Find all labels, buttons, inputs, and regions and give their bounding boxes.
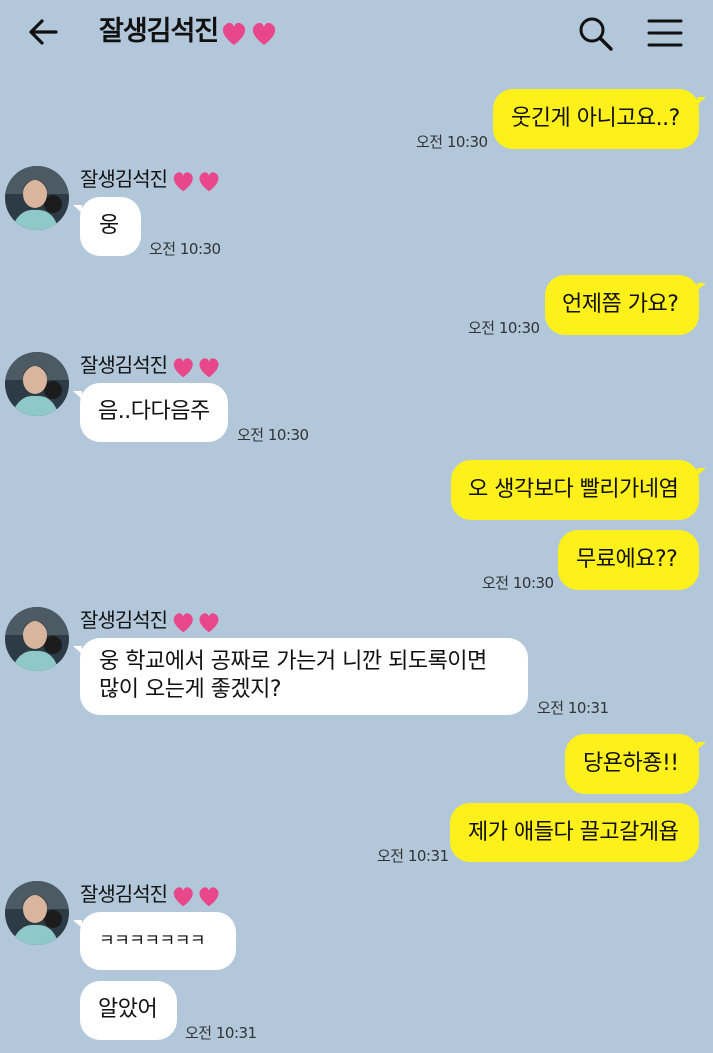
message-text: 웅	[99, 213, 119, 238]
back-arrow-icon[interactable]	[26, 14, 62, 50]
message-time: 오전 10:31	[537, 699, 609, 717]
avatar-photo	[5, 166, 69, 230]
avatar[interactable]	[5, 166, 69, 230]
their-message-bubble[interactable]: 웅	[73, 197, 141, 256]
sender-name-text: 잘생김석진	[80, 167, 168, 191]
sender-name: 잘생김석진	[80, 167, 225, 193]
message-text-line: 많이 오는게 좋겠지?	[99, 677, 282, 702]
their-message-bubble[interactable]: 웅 학교에서 공짜로 가는거 니깐 되도록이면많이 오는게 좋겠지?	[73, 638, 528, 715]
message-text: 언제쯤 가요?	[562, 292, 679, 317]
message-text: 음..다다음주	[98, 399, 210, 424]
my-message-bubble[interactable]: 언제쯤 가요?	[545, 275, 706, 335]
hearts-icon	[173, 171, 219, 191]
avatar[interactable]	[5, 352, 69, 416]
avatar-photo	[5, 881, 69, 945]
menu-icon[interactable]	[646, 16, 684, 50]
chat-header: 잘생김석진	[0, 0, 713, 66]
search-icon[interactable]	[576, 14, 614, 52]
my-message-bubble[interactable]: 무료에요??	[558, 530, 699, 590]
chat-title-text: 잘생김석진	[99, 16, 219, 47]
message-text: 제가 애들다 끌고갈게욥	[468, 820, 679, 845]
sender-name-text: 잘생김석진	[80, 882, 168, 906]
message-text: 무료에요??	[576, 547, 678, 572]
message-text: 오 생각보다 빨리가네염	[468, 477, 679, 502]
avatar-photo	[5, 607, 69, 671]
message-time: 오전 10:30	[468, 319, 540, 337]
avatar[interactable]	[5, 881, 69, 945]
my-message-bubble[interactable]: 웃긴게 아니고요..?	[493, 89, 706, 149]
message-text: 웃긴게 아니고요..?	[511, 106, 680, 131]
their-message-bubble[interactable]: ㅋㅋㅋㅋㅋㅋㅋ	[73, 912, 236, 970]
message-text-line: 웅 학교에서 공짜로 가는거 니깐 되도록이면	[99, 649, 487, 674]
hearts-icon	[173, 886, 219, 906]
avatar-photo	[5, 352, 69, 416]
message-time: 오전 10:30	[149, 240, 221, 258]
sender-name: 잘생김석진	[80, 353, 225, 379]
my-message-bubble[interactable]: 당욘하죵!!	[565, 734, 706, 794]
message-text: 알았어	[98, 997, 158, 1022]
sender-name: 잘생김석진	[80, 608, 225, 634]
their-message-bubble[interactable]: 음..다다음주	[73, 383, 228, 442]
message-time: 오전 10:31	[185, 1024, 257, 1042]
hearts-icon	[223, 22, 276, 45]
sender-name-text: 잘생김석진	[80, 353, 168, 377]
hearts-icon	[173, 612, 219, 632]
my-message-bubble[interactable]: 오 생각보다 빨리가네염	[451, 460, 706, 520]
my-message-bubble[interactable]: 제가 애들다 끌고갈게욥	[450, 803, 699, 862]
message-text: ㅋㅋㅋㅋㅋㅋㅋ	[99, 931, 205, 951]
sender-name-text: 잘생김석진	[80, 608, 168, 632]
message-text: 당욘하죵!!	[583, 751, 679, 776]
their-message-bubble[interactable]: 알았어	[80, 981, 177, 1040]
message-time: 오전 10:30	[416, 133, 488, 151]
message-time: 오전 10:30	[237, 426, 309, 444]
message-time: 오전 10:30	[482, 574, 554, 592]
sender-name: 잘생김석진	[80, 882, 225, 908]
hearts-icon	[173, 357, 219, 377]
message-time: 오전 10:31	[377, 847, 449, 865]
chat-title: 잘생김석진	[99, 14, 280, 50]
avatar[interactable]	[5, 607, 69, 671]
